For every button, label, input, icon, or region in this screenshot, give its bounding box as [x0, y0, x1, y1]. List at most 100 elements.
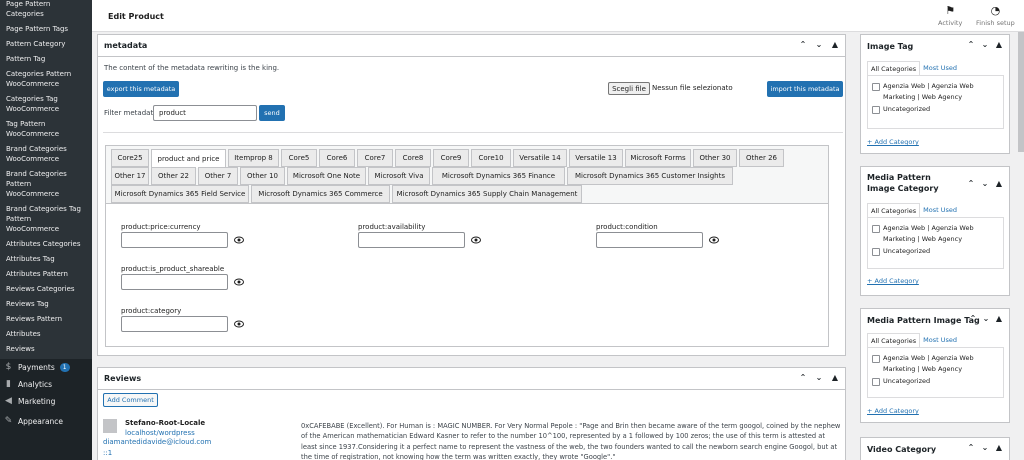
tab-microsoft-viva[interactable]: Microsoft Viva	[368, 167, 430, 185]
tab-versatile-14[interactable]: Versatile 14	[513, 149, 567, 167]
tab-core10[interactable]: Core10	[471, 149, 511, 167]
sidebar-item-brand-categories-pattern-woocommerce[interactable]: Brand Categories Pattern WooCommerce	[0, 167, 92, 202]
sidebar-item-reviews-pattern[interactable]: Reviews Pattern	[0, 312, 92, 327]
tab-all-categories[interactable]: All Categories	[867, 203, 921, 218]
tab-microsoft-dynamics-365-finance[interactable]: Microsoft Dynamics 365 Finance	[432, 167, 565, 185]
sidebar-item-page-pattern-categories[interactable]: Page Pattern Categories	[0, 0, 92, 22]
review-author-email[interactable]: diamantedidavide@icloud.com	[103, 438, 211, 446]
chevron-up-icon[interactable]: ⌃	[967, 40, 975, 50]
sidebar-item-pattern-category[interactable]: Pattern Category	[0, 37, 92, 52]
tab-other-26[interactable]: Other 26	[739, 149, 784, 167]
tab-other-22[interactable]: Other 22	[151, 167, 196, 185]
eye-icon[interactable]	[471, 236, 481, 244]
chevron-up-icon[interactable]: ⌃	[967, 443, 975, 453]
tab-versatile-13[interactable]: Versatile 13	[569, 149, 623, 167]
sidebar-menu-analytics[interactable]: ▮ Analytics	[0, 376, 92, 393]
eye-icon[interactable]	[234, 320, 244, 328]
chevron-up-icon[interactable]: ⌃	[799, 373, 807, 383]
caret-up-icon[interactable]: ▲	[995, 179, 1003, 189]
sidebar-item-categories-tag-woocommerce[interactable]: Categories Tag WooCommerce	[0, 92, 92, 117]
tab-most-used[interactable]: Most Used	[920, 61, 960, 76]
sidebar-item-reviews[interactable]: Reviews	[0, 342, 92, 357]
sidebar-item-attributes[interactable]: Attributes	[0, 327, 92, 342]
sidebar-menu-appearance[interactable]: ✎ Appearance	[0, 413, 92, 430]
sidebar-item-categories-pattern-woocommerce[interactable]: Categories Pattern WooCommerce	[0, 67, 92, 92]
export-metadata-button[interactable]: export this metadata	[103, 81, 179, 97]
caret-up-icon[interactable]: ▲	[831, 373, 839, 383]
checkbox[interactable]	[872, 355, 880, 363]
add-category-link[interactable]: + Add Category	[867, 277, 919, 285]
import-metadata-button[interactable]: import this metadata	[767, 81, 843, 97]
add-category-link[interactable]: + Add Category	[867, 407, 919, 415]
tab-core8[interactable]: Core8	[395, 149, 431, 167]
caret-up-icon[interactable]: ▲	[995, 314, 1003, 324]
tab-product-and-price[interactable]: product and price	[151, 149, 226, 168]
sidebar-item-brand-categories-tag-pattern-woocommerce[interactable]: Brand Categories Tag Pattern WooCommerce	[0, 202, 92, 237]
category-item-agency[interactable]: Agenzia Web | Agenzia Web Marketing | We…	[872, 81, 999, 103]
checkbox[interactable]	[872, 83, 880, 91]
price-currency-input[interactable]	[121, 232, 228, 248]
tab-core7[interactable]: Core7	[357, 149, 393, 167]
sidebar-item-pattern-tag[interactable]: Pattern Tag	[0, 52, 92, 67]
checkbox[interactable]	[872, 378, 880, 386]
finish-setup-button[interactable]: ◔ Finish setup	[976, 4, 1015, 27]
is-product-shareable-input[interactable]	[121, 274, 228, 290]
sidebar-item-attributes-pattern[interactable]: Attributes Pattern	[0, 267, 92, 282]
chevron-up-icon[interactable]: ⌃	[969, 314, 977, 324]
checkbox[interactable]	[872, 106, 880, 114]
eye-icon[interactable]	[234, 278, 244, 286]
tab-microsoft-dynamics-365-field-service[interactable]: Microsoft Dynamics 365 Field Service	[111, 185, 249, 203]
chevron-down-icon[interactable]: ⌄	[815, 40, 823, 50]
tab-other-10[interactable]: Other 10	[240, 167, 285, 185]
scrollbar[interactable]	[1018, 32, 1024, 152]
tab-microsoft-dynamics-365-supply-chain-management[interactable]: Microsoft Dynamics 365 Supply Chain Mana…	[392, 185, 582, 203]
tab-most-used[interactable]: Most Used	[920, 333, 960, 348]
tab-all-categories[interactable]: All Categories	[867, 333, 921, 348]
tab-all-categories[interactable]: All Categories	[867, 61, 921, 76]
sidebar-menu-marketing[interactable]: ◀ Marketing	[0, 393, 92, 410]
category-item-uncategorized[interactable]: Uncategorized	[872, 104, 999, 115]
review-author-url[interactable]: localhost/wordpress	[125, 429, 195, 437]
sidebar-menu-payments[interactable]: $ Payments 1	[0, 359, 92, 376]
tab-microsoft-dynamics-365-customer-insights[interactable]: Microsoft Dynamics 365 Customer Insights	[567, 167, 733, 185]
chevron-down-icon[interactable]: ⌄	[981, 443, 989, 453]
tab-itemprop-8[interactable]: Itemprop 8	[228, 149, 279, 167]
eye-icon[interactable]	[709, 236, 719, 244]
tab-other-7[interactable]: Other 7	[198, 167, 238, 185]
availability-input[interactable]	[358, 232, 465, 248]
chevron-down-icon[interactable]: ⌄	[815, 373, 823, 383]
tab-microsoft-forms[interactable]: Microsoft Forms	[625, 149, 691, 167]
checkbox[interactable]	[872, 225, 880, 233]
sidebar-item-reviews-tag[interactable]: Reviews Tag	[0, 297, 92, 312]
review-author-ip[interactable]: ::1	[103, 449, 112, 457]
category-item-uncategorized[interactable]: Uncategorized	[872, 376, 999, 387]
caret-up-icon[interactable]: ▲	[995, 443, 1003, 453]
chevron-up-icon[interactable]: ⌃	[967, 179, 975, 189]
filter-metadata-input[interactable]: product	[153, 105, 257, 121]
eye-icon[interactable]	[234, 236, 244, 244]
choose-file-button[interactable]: Scegli file	[608, 82, 650, 95]
sidebar-item-page-pattern-tags[interactable]: Page Pattern Tags	[0, 22, 92, 37]
chevron-up-icon[interactable]: ⌃	[799, 40, 807, 50]
tab-most-used[interactable]: Most Used	[920, 203, 960, 218]
tab-other-17[interactable]: Other 17	[111, 167, 149, 185]
category-item-agency[interactable]: Agenzia Web | Agenzia Web Marketing | We…	[872, 353, 999, 375]
tab-microsoft-one-note[interactable]: Microsoft One Note	[287, 167, 366, 185]
add-comment-button[interactable]: Add Comment	[103, 393, 158, 407]
tab-microsoft-dynamics-365-commerce[interactable]: Microsoft Dynamics 365 Commerce	[251, 185, 390, 203]
category-item-uncategorized[interactable]: Uncategorized	[872, 246, 999, 257]
tab-other-30[interactable]: Other 30	[693, 149, 737, 167]
add-category-link[interactable]: + Add Category	[867, 138, 919, 146]
send-button[interactable]: send	[259, 105, 285, 121]
tab-core25[interactable]: Core25	[111, 149, 149, 167]
tab-core6[interactable]: Core6	[319, 149, 355, 167]
sidebar-item-attributes-categories[interactable]: Attributes Categories	[0, 237, 92, 252]
sidebar-item-attributes-tag[interactable]: Attributes Tag	[0, 252, 92, 267]
activity-button[interactable]: ⚑ Activity	[938, 4, 962, 27]
chevron-down-icon[interactable]: ⌄	[981, 40, 989, 50]
caret-up-icon[interactable]: ▲	[831, 40, 839, 50]
tab-core9[interactable]: Core9	[433, 149, 469, 167]
chevron-down-icon[interactable]: ⌄	[982, 314, 990, 324]
sidebar-item-brand-categories-woocommerce[interactable]: Brand Categories WooCommerce	[0, 142, 92, 167]
caret-up-icon[interactable]: ▲	[995, 40, 1003, 50]
